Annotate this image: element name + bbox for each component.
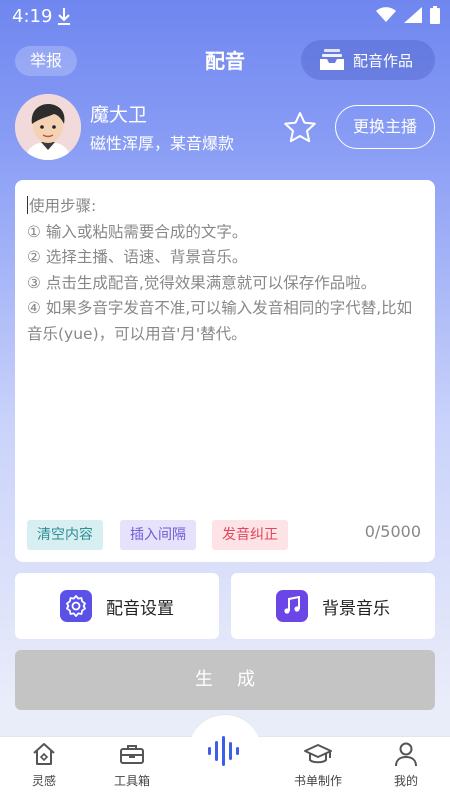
editor-line: ④ 如果多音字发音不准,可以输入发音相同的字代替,比如音乐(yue)，可以用音'…: [27, 299, 413, 343]
dubbing-center-button[interactable]: [189, 714, 261, 786]
tab-inspiration-label: 灵感: [31, 774, 56, 788]
anchor-row: 魔大卫 磁性浑厚，某音爆款 更换主播: [0, 94, 450, 162]
music-note-icon: [276, 590, 308, 622]
editor-line: 使用步骤:: [27, 194, 423, 220]
person-icon: [395, 742, 417, 767]
graduation-cap-icon: [304, 744, 332, 764]
background-music-label: 背景音乐: [322, 598, 390, 619]
tab-booklist-label: 书单制作: [293, 774, 342, 788]
wifi-icon: [376, 7, 396, 22]
editor-line: ② 选择主播、语速、背景音乐。: [27, 248, 248, 266]
download-icon: [58, 8, 70, 25]
anchor-avatar[interactable]: [15, 94, 81, 160]
tab-inspiration[interactable]: 灵感: [4, 741, 84, 789]
sound-wave-icon: [208, 735, 239, 766]
anchor-description: 磁性浑厚，某音爆款: [90, 134, 235, 153]
dubbing-works-button[interactable]: 配音作品: [301, 40, 435, 80]
toolbox-icon: [120, 745, 144, 764]
change-anchor-button[interactable]: 更换主播: [335, 105, 435, 149]
voice-settings-button[interactable]: 配音设置: [15, 573, 219, 639]
battery-icon: [430, 6, 440, 24]
anchor-name: 魔大卫: [90, 104, 148, 126]
generate-button[interactable]: 生成: [15, 650, 435, 710]
tab-mine[interactable]: 我的: [366, 741, 446, 789]
text-editor[interactable]: 使用步骤: ① 输入或粘贴需要合成的文字。 ② 选择主播、语速、背景音乐。 ③ …: [15, 180, 435, 562]
background-music-button[interactable]: 背景音乐: [231, 573, 435, 639]
pronunciation-fix-button[interactable]: 发音纠正: [212, 520, 288, 550]
character-count: 0/5000: [364, 522, 421, 541]
header: 举报 配音 配音作品: [0, 40, 450, 82]
status-bar: 4:19: [0, 0, 450, 32]
dubbing-works-label: 配音作品: [353, 51, 414, 70]
signal-icon: [404, 7, 422, 23]
tab-toolbox[interactable]: 工具箱: [92, 741, 172, 789]
favorite-star-icon[interactable]: [282, 110, 318, 146]
status-time: 4:19: [12, 6, 53, 27]
tab-booklist[interactable]: 书单制作: [278, 741, 358, 789]
tab-mine-label: 我的: [393, 774, 418, 788]
editor-line: ① 输入或粘贴需要合成的文字。: [27, 222, 248, 241]
home-icon: [33, 743, 55, 765]
text-cursor: [27, 196, 28, 214]
editor-line-text: 使用步骤:: [29, 197, 97, 215]
clear-content-button[interactable]: 清空内容: [27, 520, 103, 550]
insert-interval-button[interactable]: 插入间隔: [120, 520, 196, 550]
voice-settings-label: 配音设置: [106, 598, 174, 619]
inbox-icon: [320, 49, 344, 70]
editor-placeholder[interactable]: 使用步骤: ① 输入或粘贴需要合成的文字。 ② 选择主播、语速、背景音乐。 ③ …: [27, 194, 423, 347]
avatar-image: [15, 94, 81, 160]
voice-settings-icon: [60, 590, 92, 622]
editor-line: ③ 点击生成配音,觉得效果满意就可以保存作品啦。: [27, 273, 377, 292]
tab-toolbox-label: 工具箱: [113, 774, 150, 788]
